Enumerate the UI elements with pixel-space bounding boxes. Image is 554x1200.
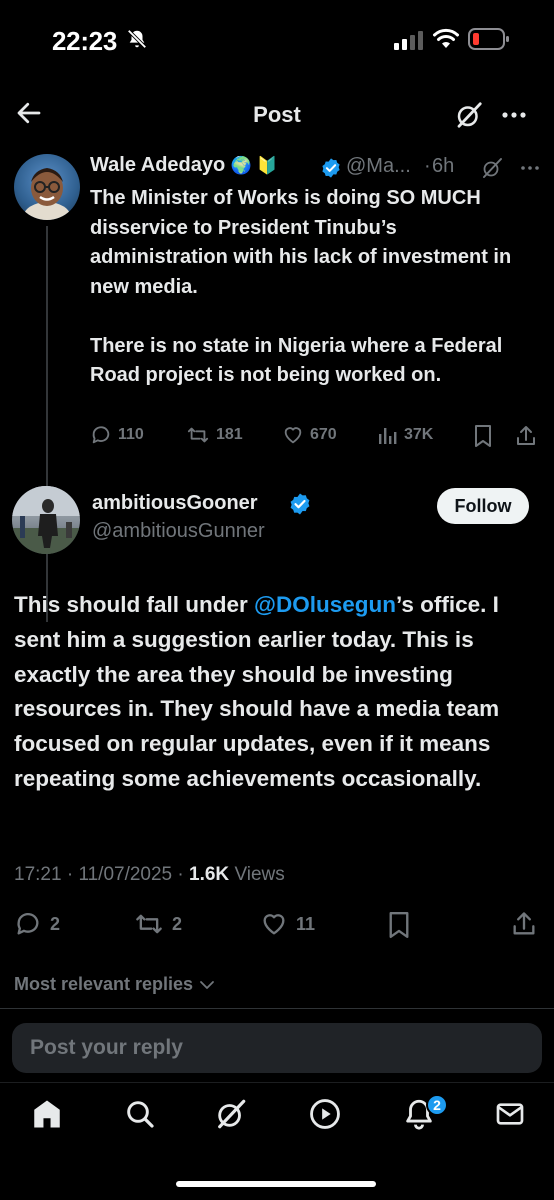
like-icon [284, 427, 302, 444]
views-button[interactable]: 37K [378, 424, 433, 446]
like-button[interactable]: 670 [282, 424, 337, 446]
views-count: 37K [404, 426, 434, 443]
home-indicator [176, 1181, 376, 1187]
like-button[interactable]: 11 [260, 910, 315, 938]
reply-button[interactable]: 2 [14, 910, 60, 938]
author-name[interactable]: Wale Adedayo 🌍 🔰 [90, 154, 278, 177]
reply-placeholder: Post your reply [30, 1036, 183, 1059]
verified-badge-icon [290, 493, 310, 515]
repost-icon [187, 427, 209, 443]
cellular-signal-icon [394, 31, 423, 50]
post-text-part: ’s office. I sent him a suggestion earli… [14, 592, 500, 791]
bell-off-icon [127, 29, 147, 49]
chevron-down-icon [200, 980, 214, 989]
views-count[interactable]: 1.6K [189, 864, 229, 885]
author-handle[interactable]: @Ma... [346, 155, 411, 178]
separator-dot: · [177, 864, 190, 885]
home-icon[interactable] [30, 1097, 64, 1131]
notifications-badge: 2 [426, 1094, 448, 1116]
reply-count: 2 [50, 913, 61, 934]
repost-count: 181 [216, 426, 243, 443]
author-handle[interactable]: @ambitiousGunner [92, 520, 265, 543]
video-icon[interactable] [308, 1097, 342, 1131]
views-icon [379, 428, 397, 444]
post-meta: 17:21 · 11/07/2025 · 1.6K Views [14, 864, 285, 886]
post-header: Post [0, 86, 554, 144]
like-count: 11 [296, 913, 316, 934]
repost-count: 2 [172, 913, 183, 934]
search-icon[interactable] [124, 1097, 156, 1131]
post-time: 17:21 [14, 864, 62, 885]
avatar-image [12, 486, 80, 554]
divider [0, 1008, 554, 1009]
status-bar: 22:23 [0, 0, 554, 80]
repost-icon [136, 914, 162, 934]
post-actions: 2 2 11 [14, 910, 540, 940]
share-icon[interactable] [514, 424, 538, 448]
reply-count: 110 [118, 426, 144, 443]
mention-link[interactable]: @DOlusegun [254, 592, 396, 617]
wifi-icon [433, 28, 459, 48]
verified-badge-icon [322, 158, 340, 178]
post-text-part: This should fall under [14, 592, 255, 617]
reply-icon [92, 426, 110, 444]
grok-icon[interactable] [454, 100, 484, 130]
battery-icon [468, 28, 509, 50]
author-name-text: Wale Adedayo [90, 154, 226, 176]
thread-line [46, 226, 48, 622]
more-icon[interactable] [518, 156, 542, 180]
repost-button[interactable]: 181 [186, 424, 243, 446]
avatar-image [23, 168, 71, 220]
bookmark-icon[interactable] [386, 910, 412, 940]
reply-button[interactable]: 110 [90, 424, 144, 446]
reply-icon [17, 913, 39, 935]
repost-button[interactable]: 2 [134, 910, 182, 938]
follow-button[interactable]: Follow [437, 488, 529, 524]
status-time: 22:23 [52, 26, 117, 56]
replies-filter-dropdown[interactable]: Most relevant replies [14, 974, 215, 995]
views-label: Views [234, 864, 285, 885]
post-date: 11/07/2025 [78, 864, 173, 885]
author-name[interactable]: ambitiousGooner [92, 492, 258, 515]
name-emojis: 🌍 🔰 [230, 156, 278, 175]
share-icon[interactable] [510, 910, 538, 938]
post-text: The Minister of Works is doing SO MUCH d… [90, 187, 512, 386]
post-actions: 110 181 670 37K [90, 424, 542, 452]
like-icon [263, 914, 285, 935]
reply-input[interactable]: Post your reply [12, 1023, 542, 1073]
grok-icon[interactable] [214, 1097, 248, 1131]
post-text: This should fall under @DOlusegun’s offi… [14, 588, 540, 797]
messages-icon[interactable] [494, 1097, 526, 1131]
separator-dot: · [66, 864, 79, 885]
avatar[interactable] [14, 154, 80, 220]
replies-filter-label: Most relevant replies [14, 974, 194, 994]
grok-icon[interactable] [480, 156, 504, 180]
avatar[interactable] [12, 486, 80, 554]
more-icon[interactable] [498, 100, 530, 130]
post-time: 6h [432, 155, 455, 177]
bookmark-icon[interactable] [472, 424, 494, 448]
separator-dot: · [424, 155, 431, 177]
like-count: 670 [310, 426, 337, 443]
